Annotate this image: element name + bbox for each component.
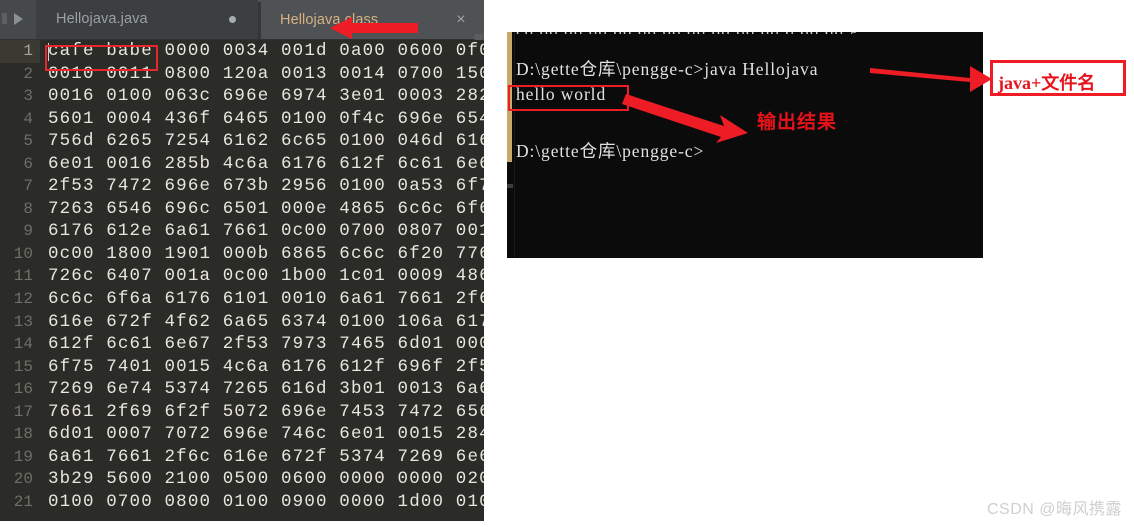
line-number: 19 [0,445,40,469]
terminal-scrollbar-mark [507,184,513,188]
hex-row[interactable]: 2 0010 0011 0800 120a 0013 0014 0700 1507 [0,62,484,86]
hex-bytes: 6d01 0007 7072 696e 746c 6e01 0015 284c [48,424,484,445]
line-number: 20 [0,468,40,491]
terminal-scrollbar-thumb[interactable] [507,32,512,162]
hex-bytes: 726c 6407 001a 0c00 1b00 1c01 0009 4865 [48,266,484,287]
hex-bytes: 6c6c 6f6a 6176 6101 0010 6a61 7661 2f6c [48,289,484,310]
line-number: 5 [0,130,40,153]
watermark: CSDN @晦风携露 [986,501,1122,518]
hex-row[interactable]: 11 726c 6407 001a 0c00 1b00 1c01 0009 486… [0,265,484,289]
hex-bytes: 612f 6c61 6e67 2f53 7973 7465 6d01 0003 [48,334,484,355]
arrow-right-icon [870,66,992,92]
hex-bytes: 7263 6546 696c 6501 000e 4865 6c6c 6f6a [48,198,484,219]
line-number: 4 [0,107,40,131]
hex-bytes: 0100 0700 0800 0100 0900 0000 1d00 0100 [48,491,484,512]
line-number: 10 [0,242,40,266]
code-editor-window: Hellojava.java Hellojava.class × 1 cafe b… [0,0,484,521]
line-number: 21 [0,490,40,514]
annotation-java-filename-label: java+文件名 [998,73,1096,93]
line-number: 13 [0,310,40,334]
hex-bytes: cafe babe 0000 0034 001d 0a00 0600 0f09 [48,41,484,61]
hex-bytes: 616e 672f 4f62 6a65 6374 0100 106a 6176 [48,311,484,332]
hex-bytes: 756d 6265 7254 6162 6c65 0100 046d 6169 [48,131,484,152]
line-number: 16 [0,378,40,401]
hex-bytes: 5601 0004 436f 6465 0100 0f4c 696e 654e [48,108,484,129]
hex-row[interactable]: 21 0100 0700 0800 0100 0900 0000 1d00 010… [0,490,484,514]
arrow-left-down-icon [622,94,748,143]
hex-row[interactable]: 16 7269 6e74 5374 7265 616d 3b01 0013 6a6… [0,378,484,401]
terminal-scrollbar[interactable] [507,32,515,258]
hex-row[interactable]: 13 616e 672f 4f62 6a65 6374 0100 106a 617… [0,310,484,334]
terminal-command-line: D:\gette仓库\pengge-c>java Hellojava [516,59,819,79]
hex-bytes: 6f75 7401 0015 4c6a 6176 612f 696f 2f50 [48,356,484,377]
hex-bytes: 7661 2f69 6f2f 5072 696e 7453 7472 6561 [48,401,484,422]
run-toolbar-strip [0,0,36,39]
hex-bytes: 2f53 7472 696e 673b 2956 0100 0a53 6f75 [48,176,484,197]
arrow-left-icon [330,17,418,39]
hex-row[interactable]: 12 6c6c 6f6a 6176 6101 0010 6a61 7661 2f6… [0,288,484,311]
hex-dump-area[interactable]: 1 cafe babe 0000 0034 001d 0a00 0600 0f09… [0,40,484,521]
hex-bytes: 6a61 7661 2f6c 616e 672f 5374 7269 6e67 [48,446,484,467]
hex-row[interactable]: 4 5601 0004 436f 6465 0100 0f4c 696e 654e [0,107,484,131]
line-number: 3 [0,85,40,108]
hex-row[interactable]: 5 756d 6265 7254 6162 6c65 0100 046d 6169 [0,130,484,153]
terminal-output-line: hello world [516,84,607,104]
hex-row[interactable]: 14 612f 6c61 6e67 2f53 7973 7465 6d01 000… [0,333,484,356]
hex-row[interactable]: 17 7661 2f69 6f2f 5072 696e 7453 7472 656… [0,400,484,424]
line-number: 12 [0,288,40,311]
hex-bytes: 6176 612e 6a61 7661 0c00 0700 0807 0017 [48,221,484,242]
hex-row[interactable]: 6 6e01 0016 285b 4c6a 6176 612f 6c61 6e67 [0,152,484,176]
line-number: 1 [0,40,40,63]
line-number: 14 [0,333,40,356]
hex-bytes: 3b29 5600 2100 0500 0600 0000 0000 0200 [48,469,484,490]
line-number: 9 [0,220,40,243]
line-number: 2 [0,62,40,86]
hex-row[interactable]: 7 2f53 7472 696e 673b 2956 0100 0a53 6f75 [0,175,484,198]
text-caret [48,43,49,61]
annotation-java-filename-box: java+文件名 [990,60,1126,96]
line-number: 6 [0,152,40,176]
hex-row[interactable]: 19 6a61 7661 2f6c 616e 672f 5374 7269 6e6… [0,445,484,469]
hex-row[interactable]: 20 3b29 5600 2100 0500 0600 0000 0000 020… [0,468,484,491]
hex-bytes: 0010 0011 0800 120a 0013 0014 0700 1507 [48,63,484,84]
hex-row[interactable]: 15 6f75 7401 0015 4c6a 6176 612f 696f 2f5… [0,355,484,379]
hex-row[interactable]: 9 6176 612e 6a61 7661 0c00 0700 0807 0017 [0,220,484,243]
line-number: 15 [0,355,40,379]
line-number: 8 [0,197,40,221]
tab-label: Hellojava.java [56,11,148,27]
close-icon[interactable]: × [452,11,470,29]
hex-bytes: 0016 0100 063c 696e 6974 3e01 0003 2829 [48,86,484,107]
line-number: 18 [0,423,40,446]
annotation-output-result: 输出结果 [757,112,838,133]
hex-bytes: 0c00 1800 1901 000b 6865 6c6c 6f20 776f [48,243,484,264]
hex-row[interactable]: 10 0c00 1800 1901 000b 6865 6c6c 6f20 776… [0,242,484,266]
hex-bytes: 7269 6e74 5374 7265 616d 3b01 0013 6a61 [48,379,484,400]
line-number: 11 [0,265,40,289]
modified-dot-icon [229,16,236,23]
line-number: 17 [0,400,40,424]
hex-row[interactable]: 3 0016 0100 063c 696e 6974 3e01 0003 2829 [0,85,484,108]
hex-row[interactable]: 8 7263 6546 696c 6501 000e 4865 6c6c 6f6a [0,197,484,221]
line-number: 7 [0,175,40,198]
hex-row[interactable]: 18 6d01 0007 7072 696e 746c 6e01 0015 284… [0,423,484,446]
hex-row[interactable]: 1 cafe babe 0000 0034 001d 0a00 0600 0f09 [0,40,484,63]
tab-hellojava-java[interactable]: Hellojava.java [36,0,258,39]
collapse-handle-icon[interactable] [2,13,7,24]
play-triangle-icon[interactable] [14,13,23,25]
hex-bytes: 6e01 0016 285b 4c6a 6176 612f 6c61 6e67 [48,153,484,174]
terminal-clipped-line: ed dd dd dd dd dd dd dd dd dd dd d dd dd… [516,32,859,34]
